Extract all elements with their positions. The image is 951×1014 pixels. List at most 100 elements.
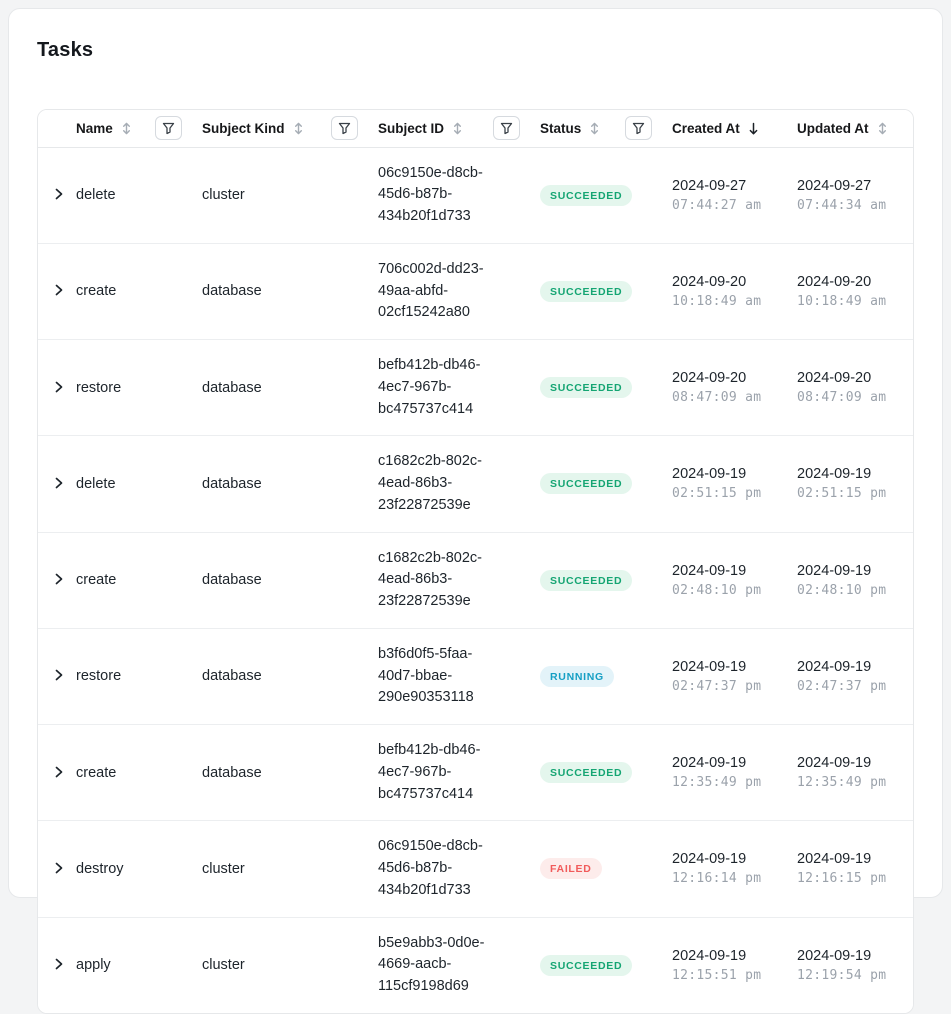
filter-funnel-button[interactable] <box>625 116 652 140</box>
page-title: Tasks <box>37 39 914 62</box>
filter-funnel-icon <box>338 122 351 135</box>
column-header-updated-at: Updated At <box>797 110 914 147</box>
subject-kind: cluster <box>202 861 245 877</box>
column-label-status[interactable]: Status <box>540 121 581 136</box>
subject-id: 06c9150e-d8cb-45d6-b87b-434b20f1d733 <box>378 165 483 225</box>
status-badge: SUCCEEDED <box>540 281 632 302</box>
table-row[interactable]: apply cluster b5e9abb3-0d0e-4669-aacb-11… <box>38 917 914 1013</box>
table-row[interactable]: create database 706c002d-dd23-49aa-abfd-… <box>38 243 914 339</box>
filter-funnel-button[interactable] <box>493 116 520 140</box>
subject-kind: cluster <box>202 187 245 203</box>
subject-id: befb412b-db46-4ec7-967b-bc475737c414 <box>378 742 480 802</box>
column-label-updated-at[interactable]: Updated At <box>797 121 869 136</box>
row-expand-button[interactable] <box>50 474 68 492</box>
row-expand-button[interactable] <box>50 570 68 588</box>
filter-funnel-icon <box>632 122 645 135</box>
subject-id: 706c002d-dd23-49aa-abfd-02cf15242a80 <box>378 261 484 321</box>
row-expand-button[interactable] <box>50 955 68 973</box>
filter-funnel-button[interactable] <box>331 116 358 140</box>
table-row[interactable]: restore database befb412b-db46-4ec7-967b… <box>38 340 914 436</box>
created-time: 10:18:49 am <box>672 294 787 309</box>
row-expand-button[interactable] <box>50 185 68 203</box>
task-name: create <box>76 765 116 781</box>
created-date: 2024-09-19 <box>672 563 787 579</box>
status-badge: RUNNING <box>540 666 614 687</box>
row-expand-button[interactable] <box>50 859 68 877</box>
column-header-subject-id: Subject ID <box>378 110 540 147</box>
task-name: restore <box>76 668 121 684</box>
updated-time: 02:47:37 pm <box>797 679 907 694</box>
column-label-created-at[interactable]: Created At <box>672 121 740 136</box>
subject-id: b3f6d0f5-5faa-40d7-bbae-290e90353118 <box>378 646 474 706</box>
table-row[interactable]: delete database c1682c2b-802c-4ead-86b3-… <box>38 436 914 532</box>
subject-kind: database <box>202 283 262 299</box>
row-expand-button[interactable] <box>50 666 68 684</box>
task-name: delete <box>76 476 116 492</box>
tasks-table-body: delete cluster 06c9150e-d8cb-45d6-b87b-4… <box>38 147 914 1013</box>
status-badge: SUCCEEDED <box>540 762 632 783</box>
row-expand-button[interactable] <box>50 281 68 299</box>
updated-date: 2024-09-27 <box>797 178 907 194</box>
status-badge: SUCCEEDED <box>540 570 632 591</box>
updated-time: 12:16:15 pm <box>797 871 907 886</box>
sort-arrows-icon[interactable] <box>451 122 464 135</box>
task-name: destroy <box>76 861 124 877</box>
sort-arrows-icon[interactable] <box>876 122 889 135</box>
created-time: 12:15:51 pm <box>672 968 787 983</box>
column-label-name[interactable]: Name <box>76 121 113 136</box>
table-row[interactable]: create database c1682c2b-802c-4ead-86b3-… <box>38 532 914 628</box>
created-date: 2024-09-19 <box>672 755 787 771</box>
subject-id: 06c9150e-d8cb-45d6-b87b-434b20f1d733 <box>378 838 483 898</box>
updated-date: 2024-09-19 <box>797 851 907 867</box>
chevron-right-icon <box>52 957 66 971</box>
task-name: create <box>76 572 116 588</box>
table-row[interactable]: destroy cluster 06c9150e-d8cb-45d6-b87b-… <box>38 821 914 917</box>
column-header-subject-kind: Subject Kind <box>202 110 378 147</box>
arrow-down-icon[interactable] <box>747 122 760 135</box>
created-time: 07:44:27 am <box>672 198 787 213</box>
tasks-table: Name Sub <box>37 109 914 1014</box>
subject-id: c1682c2b-802c-4ead-86b3-23f22872539e <box>378 550 482 610</box>
created-time: 02:47:37 pm <box>672 679 787 694</box>
chevron-right-icon <box>52 187 66 201</box>
subject-kind: cluster <box>202 957 245 973</box>
filter-funnel-button[interactable] <box>155 116 182 140</box>
subject-kind: database <box>202 380 262 396</box>
row-expand-button[interactable] <box>50 763 68 781</box>
updated-date: 2024-09-19 <box>797 948 907 964</box>
column-label-subject-kind[interactable]: Subject Kind <box>202 121 285 136</box>
sort-arrows-icon[interactable] <box>588 122 601 135</box>
created-time: 02:48:10 pm <box>672 583 787 598</box>
created-date: 2024-09-19 <box>672 851 787 867</box>
tasks-panel: Tasks Name <box>8 8 943 898</box>
updated-date: 2024-09-20 <box>797 370 907 386</box>
subject-kind: database <box>202 572 262 588</box>
subject-id: c1682c2b-802c-4ead-86b3-23f22872539e <box>378 453 482 513</box>
chevron-right-icon <box>52 283 66 297</box>
table-row[interactable]: create database befb412b-db46-4ec7-967b-… <box>38 725 914 821</box>
status-badge: SUCCEEDED <box>540 185 632 206</box>
updated-date: 2024-09-20 <box>797 274 907 290</box>
chevron-right-icon <box>52 861 66 875</box>
created-time: 08:47:09 am <box>672 390 787 405</box>
chevron-right-icon <box>52 572 66 586</box>
filter-funnel-icon <box>500 122 513 135</box>
subject-kind: database <box>202 668 262 684</box>
updated-date: 2024-09-19 <box>797 755 907 771</box>
row-expand-button[interactable] <box>50 378 68 396</box>
chevron-right-icon <box>52 668 66 682</box>
created-date: 2024-09-27 <box>672 178 787 194</box>
table-header-row: Name Sub <box>38 110 914 147</box>
updated-time: 08:47:09 am <box>797 390 907 405</box>
updated-time: 02:48:10 pm <box>797 583 907 598</box>
table-row[interactable]: delete cluster 06c9150e-d8cb-45d6-b87b-4… <box>38 147 914 243</box>
updated-time: 12:19:54 pm <box>797 968 907 983</box>
created-time: 12:35:49 pm <box>672 775 787 790</box>
created-date: 2024-09-20 <box>672 370 787 386</box>
column-label-subject-id[interactable]: Subject ID <box>378 121 444 136</box>
sort-arrows-icon[interactable] <box>292 122 305 135</box>
created-date: 2024-09-19 <box>672 659 787 675</box>
table-row[interactable]: restore database b3f6d0f5-5faa-40d7-bbae… <box>38 628 914 724</box>
status-badge: SUCCEEDED <box>540 473 632 494</box>
sort-arrows-icon[interactable] <box>120 122 133 135</box>
